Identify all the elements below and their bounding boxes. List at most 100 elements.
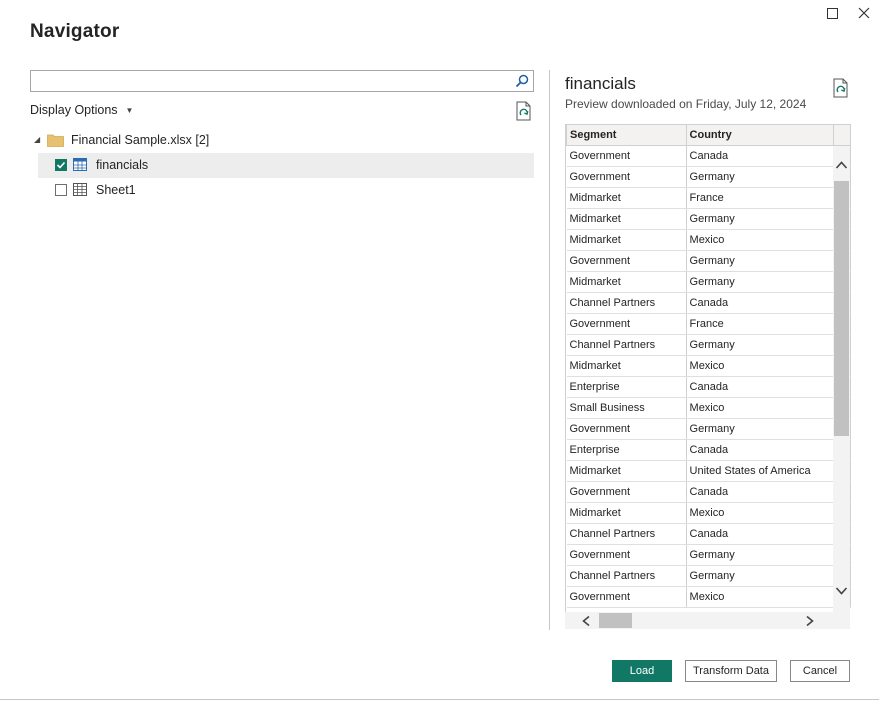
- segment-cell: Channel Partners: [566, 523, 687, 545]
- vertical-scroll-thumb[interactable]: [834, 181, 849, 436]
- table-row: Small Business Mexico: [566, 397, 851, 419]
- segment-cell: Government: [566, 145, 687, 167]
- table-row: Channel Partners Germany: [566, 334, 851, 356]
- close-button[interactable]: [853, 2, 875, 24]
- table-row: Midmarket France: [566, 187, 851, 209]
- table-row: Government Mexico: [566, 586, 851, 608]
- search-field[interactable]: [30, 70, 534, 92]
- table-header-row: Segment Country: [566, 124, 851, 146]
- refresh-preview-icon[interactable]: [832, 78, 850, 98]
- country-cell: Mexico: [686, 502, 835, 524]
- tree-expander-icon[interactable]: ◢: [34, 135, 40, 144]
- table-row: Enterprise Canada: [566, 376, 851, 398]
- table-row: Midmarket Mexico: [566, 502, 851, 524]
- segment-cell: Midmarket: [566, 460, 687, 482]
- country-cell: Mexico: [686, 355, 835, 377]
- segment-cell: Enterprise: [566, 376, 687, 398]
- refresh-icon[interactable]: [515, 101, 533, 121]
- tree-root-label[interactable]: Financial Sample.xlsx [2]: [71, 133, 209, 147]
- transform-data-button[interactable]: Transform Data: [685, 660, 777, 682]
- table-row: Midmarket Mexico: [566, 229, 851, 251]
- segment-cell: Channel Partners: [566, 292, 687, 314]
- country-cell: United States of America: [686, 460, 835, 482]
- folder-icon: [47, 134, 64, 147]
- country-cell: France: [686, 187, 835, 209]
- display-options-dropdown[interactable]: Display Options ▼: [30, 103, 133, 117]
- country-cell: Germany: [686, 334, 835, 356]
- country-cell: Germany: [686, 250, 835, 272]
- country-cell: Germany: [686, 418, 835, 440]
- segment-cell: Government: [566, 544, 687, 566]
- sheet-icon: [73, 183, 87, 196]
- table-row: Midmarket Germany: [566, 271, 851, 293]
- segment-cell: Channel Partners: [566, 334, 687, 356]
- load-button[interactable]: Load: [612, 660, 672, 682]
- vertical-scrollbar[interactable]: [833, 146, 850, 612]
- segment-cell: Channel Partners: [566, 565, 687, 587]
- scroll-up-icon[interactable]: [835, 160, 848, 170]
- country-cell: Mexico: [686, 586, 835, 608]
- table-row: Midmarket United States of America: [566, 460, 851, 482]
- column-header-segment[interactable]: Segment: [566, 124, 687, 146]
- table-row: Government Canada: [566, 145, 851, 167]
- horizontal-scrollbar[interactable]: [565, 612, 850, 629]
- segment-cell: Government: [566, 481, 687, 503]
- segment-cell: Government: [566, 586, 687, 608]
- country-cell: Germany: [686, 565, 835, 587]
- segment-cell: Midmarket: [566, 229, 687, 251]
- horizontal-scroll-thumb[interactable]: [599, 613, 632, 628]
- cancel-button[interactable]: Cancel: [790, 660, 850, 682]
- financials-checkbox[interactable]: [55, 159, 67, 171]
- scroll-left-icon[interactable]: [581, 615, 591, 627]
- table-row: Channel Partners Canada: [566, 292, 851, 314]
- display-options-label: Display Options: [30, 103, 118, 117]
- segment-cell: Midmarket: [566, 355, 687, 377]
- search-input[interactable]: [35, 72, 509, 92]
- country-cell: Canada: [686, 376, 835, 398]
- country-cell: Canada: [686, 481, 835, 503]
- country-cell: Canada: [686, 439, 835, 461]
- table-row: Enterprise Canada: [566, 439, 851, 461]
- country-cell: France: [686, 313, 835, 335]
- country-cell: Germany: [686, 208, 835, 230]
- segment-cell: Government: [566, 313, 687, 335]
- table-row: Channel Partners Canada: [566, 523, 851, 545]
- preview-grid[interactable]: Segment Country Government Canada Governme…: [565, 124, 851, 612]
- segment-cell: Midmarket: [566, 208, 687, 230]
- segment-cell: Government: [566, 250, 687, 272]
- close-icon: [858, 7, 870, 19]
- column-header-next[interactable]: [833, 124, 851, 146]
- segment-cell: Midmarket: [566, 502, 687, 524]
- country-cell: Canada: [686, 145, 835, 167]
- scroll-down-icon[interactable]: [835, 586, 848, 596]
- country-cell: Mexico: [686, 229, 835, 251]
- preview-subtitle: Preview downloaded on Friday, July 12, 2…: [565, 97, 807, 111]
- segment-cell: Small Business: [566, 397, 687, 419]
- preview-table: Segment Country Government Canada Governme…: [566, 124, 851, 608]
- sheet1-checkbox[interactable]: [55, 184, 67, 196]
- scroll-right-icon[interactable]: [805, 615, 815, 627]
- search-icon[interactable]: [515, 74, 529, 88]
- table-row: Government Germany: [566, 166, 851, 188]
- country-cell: Germany: [686, 166, 835, 188]
- country-cell: Germany: [686, 544, 835, 566]
- segment-cell: Government: [566, 418, 687, 440]
- maximize-button[interactable]: [821, 2, 843, 24]
- table-row: Government Germany: [566, 418, 851, 440]
- segment-cell: Government: [566, 166, 687, 188]
- pane-divider[interactable]: [549, 70, 550, 630]
- dialog-title: Navigator: [30, 21, 120, 42]
- table-row: Midmarket Germany: [566, 208, 851, 230]
- table-row: Government France: [566, 313, 851, 335]
- table-row: Government Germany: [566, 250, 851, 272]
- table-row: Channel Partners Germany: [566, 565, 851, 587]
- chevron-down-icon: ▼: [125, 105, 134, 115]
- tree-item-label: financials: [96, 158, 149, 172]
- tree-item-label: Sheet1: [96, 183, 136, 197]
- segment-cell: Midmarket: [566, 271, 687, 293]
- segment-cell: Midmarket: [566, 187, 687, 209]
- column-header-country[interactable]: Country: [685, 124, 835, 146]
- country-cell: Germany: [686, 271, 835, 293]
- country-cell: Canada: [686, 292, 835, 314]
- table-icon: [73, 158, 87, 171]
